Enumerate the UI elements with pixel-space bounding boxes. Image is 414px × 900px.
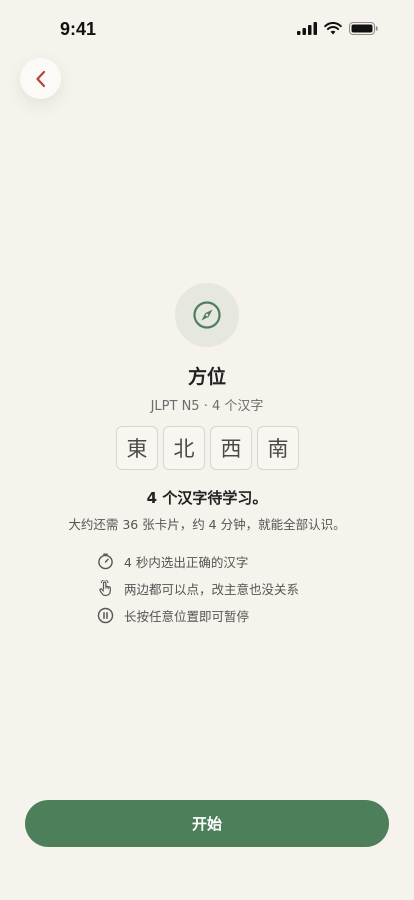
chevron-left-icon: [35, 70, 45, 87]
tip-item: 两边都可以点，改主意也没关系: [97, 575, 299, 602]
lesson-headline: 4 个汉字待学习。: [146, 489, 268, 507]
tip-item: 4 秒内选出正确的汉字: [97, 548, 299, 575]
pause-icon: [97, 607, 114, 624]
kanji-preview-row: 東 北 西 南: [116, 426, 299, 470]
compass-badge: [175, 283, 239, 347]
tap-hand-icon: [97, 580, 114, 597]
tips-list: 4 秒内选出正确的汉字 两边都可以点，改主意也没关系 长按任意位置即可暂停: [97, 548, 299, 629]
tip-text: 4 秒内选出正确的汉字: [124, 555, 249, 570]
lesson-title: 方位: [187, 366, 226, 388]
kanji-tile: 西: [210, 426, 252, 470]
status-time: 9:41: [60, 19, 97, 39]
kanji-tile: 南: [257, 426, 299, 470]
signal-icon: [297, 22, 317, 35]
status-icons: [297, 22, 378, 35]
timer-icon: [97, 553, 114, 570]
back-button[interactable]: [20, 58, 61, 99]
battery-icon: [349, 22, 378, 35]
wifi-icon: [324, 22, 342, 35]
kanji-tile: 東: [116, 426, 158, 470]
start-button[interactable]: 开始: [25, 800, 389, 847]
kanji-tile: 北: [163, 426, 205, 470]
lesson-subtitle: JLPT N5 · 4 个汉字: [150, 399, 264, 414]
tip-text: 两边都可以点，改主意也没关系: [124, 582, 300, 597]
lesson-description: 大约还需 36 张卡片，约 4 分钟，就能全部认识。: [68, 517, 346, 532]
tip-item: 长按任意位置即可暂停: [97, 602, 299, 629]
compass-icon: [193, 301, 221, 329]
tip-text: 长按任意位置即可暂停: [124, 609, 250, 624]
status-bar: 9:41: [0, 0, 414, 60]
